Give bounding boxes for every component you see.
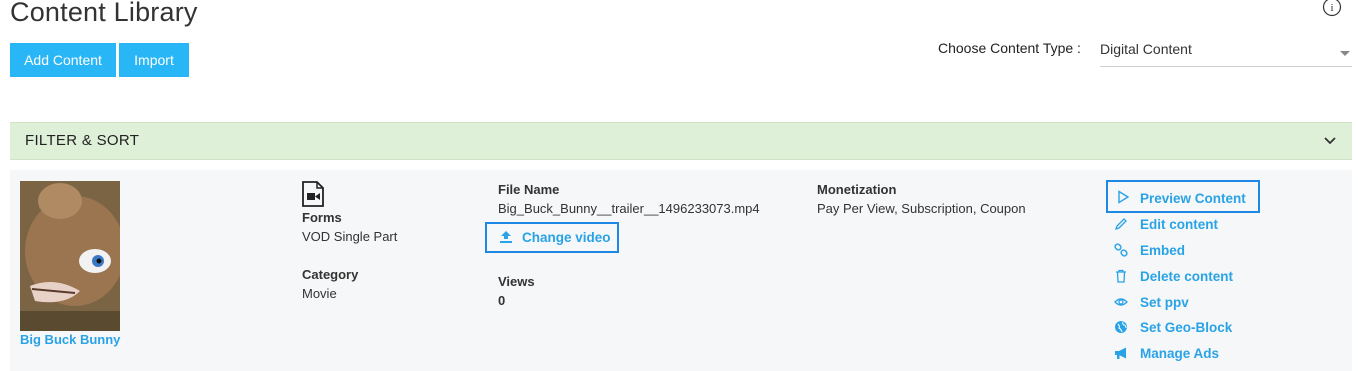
monetization-value: Pay Per View, Subscription, Coupon xyxy=(817,201,1026,216)
views-label: Views xyxy=(498,274,535,289)
change-video-button[interactable]: Change video xyxy=(485,222,619,253)
manage-ads-label: Manage Ads xyxy=(1140,346,1220,361)
set-ppv-label: Set ppv xyxy=(1140,295,1189,310)
filter-sort-bar[interactable]: FILTER & SORT xyxy=(10,122,1352,160)
delete-content-label: Delete content xyxy=(1140,269,1234,284)
import-button[interactable]: Import xyxy=(119,43,189,77)
chevron-down-icon[interactable] xyxy=(1322,133,1338,149)
monetization-label: Monetization xyxy=(817,182,897,197)
forms-label: Forms xyxy=(302,210,342,225)
bunny-thumbnail-image xyxy=(20,181,120,331)
category-value: Movie xyxy=(302,286,337,301)
play-icon xyxy=(1118,190,1130,204)
link-icon xyxy=(1114,243,1128,257)
content-type-label: Choose Content Type : xyxy=(938,40,1081,56)
edit-content-label: Edit content xyxy=(1140,217,1218,232)
add-content-button[interactable]: Add Content xyxy=(10,43,116,77)
trash-icon xyxy=(1116,269,1126,283)
upload-icon xyxy=(500,231,512,243)
caret-down-icon xyxy=(1340,51,1350,56)
content-thumbnail[interactable] xyxy=(20,181,120,331)
info-icon[interactable]: i xyxy=(1322,0,1342,17)
eye-icon xyxy=(1114,298,1128,306)
globe-icon xyxy=(1115,321,1127,333)
svg-text:i: i xyxy=(1330,2,1333,14)
content-type-value: Digital Content xyxy=(1100,41,1192,57)
content-title-link[interactable]: Big Buck Bunny xyxy=(20,332,120,347)
views-value: 0 xyxy=(498,293,506,308)
embed-label: Embed xyxy=(1140,243,1186,258)
pencil-icon xyxy=(1114,218,1127,231)
file-name-label: File Name xyxy=(498,182,560,197)
file-name-value: Big_Buck_Bunny__trailer__1496233073.mp4 xyxy=(498,201,760,216)
forms-value: VOD Single Part xyxy=(302,229,398,244)
preview-content-action[interactable]: Preview Content xyxy=(1106,180,1260,213)
megaphone-icon xyxy=(1115,347,1126,359)
content-type-select[interactable]: Digital Content xyxy=(1100,38,1352,67)
content-item-row: Big Buck Bunny Forms VOD Single Part Cat… xyxy=(10,170,1352,371)
preview-content-label: Preview Content xyxy=(1140,191,1246,206)
change-video-label: Change video xyxy=(522,230,611,245)
page-title: Content Library xyxy=(10,0,198,27)
category-label: Category xyxy=(302,267,359,282)
video-file-icon xyxy=(302,181,324,207)
filter-sort-label: FILTER & SORT xyxy=(25,132,140,149)
set-geo-block-label: Set Geo-Block xyxy=(1140,320,1233,335)
